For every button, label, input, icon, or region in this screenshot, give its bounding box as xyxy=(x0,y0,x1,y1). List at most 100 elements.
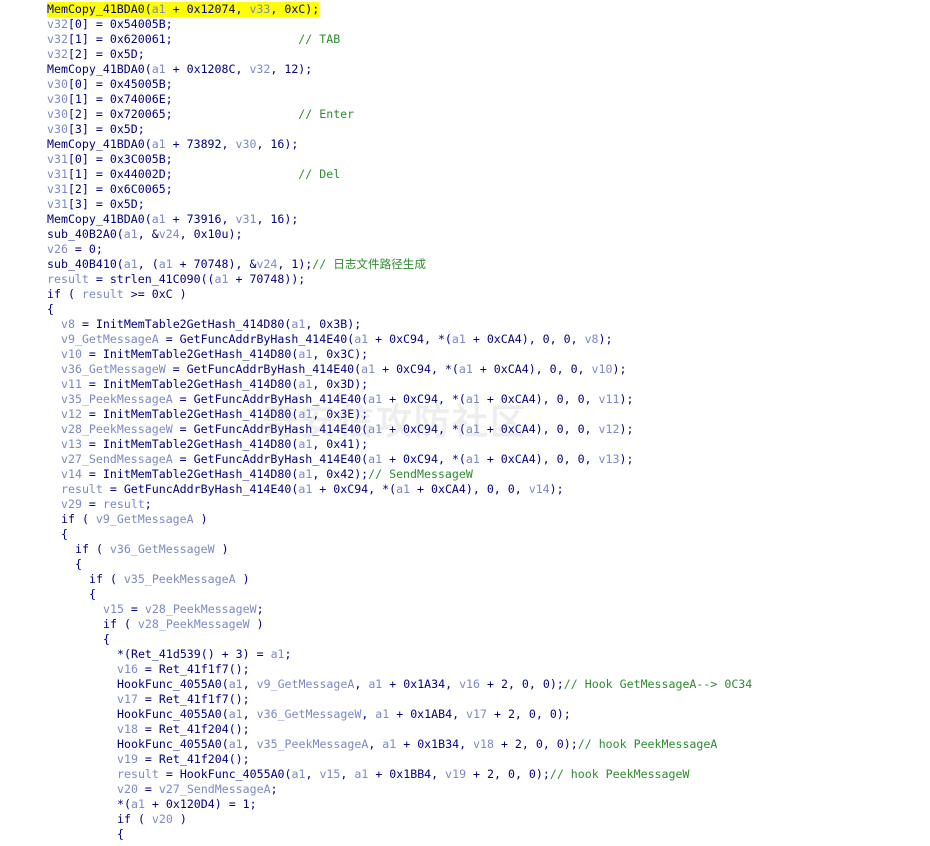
code-line[interactable]: v26 = 0; xyxy=(47,242,103,257)
code-line[interactable]: v31[3] = 0x5D; xyxy=(47,197,145,212)
code-line[interactable]: MemCopy_41BDA0(a1 + 0x1208C, v32, 12); xyxy=(47,62,312,77)
code-line[interactable]: v30[0] = 0x45005B; xyxy=(47,77,173,92)
code-text: ; xyxy=(144,497,152,511)
code-variable: v31 xyxy=(235,212,257,226)
code-line[interactable]: v31[1] = 0x44002D; // Del xyxy=(47,167,340,182)
code-line[interactable]: v19 = Ret_41f204(); xyxy=(117,752,250,767)
code-text: [0] = 0x45005B; xyxy=(67,77,173,91)
code-line[interactable]: HookFunc_4055A0(a1, v9_GetMessageA, a1 +… xyxy=(117,677,752,692)
code-text: MemCopy_41BDA0( xyxy=(47,137,152,151)
code-text: , 12); xyxy=(270,62,313,76)
code-line[interactable]: v18 = Ret_41f204(); xyxy=(117,722,250,737)
code-line[interactable]: { xyxy=(117,827,124,842)
code-line[interactable]: sub_40B2A0(a1, &v24, 0x10u); xyxy=(47,227,242,242)
code-line[interactable]: v15 = v28_PeekMessageW; xyxy=(103,602,264,617)
code-text: + 2, 0, 0); xyxy=(480,677,564,691)
code-line[interactable]: v20 = v27_SendMessageA; xyxy=(117,782,278,797)
code-line[interactable]: v30[2] = 0x720065; // Enter xyxy=(47,107,354,122)
code-line[interactable]: v11 = InitMemTable2GetHash_414D80(a1, 0x… xyxy=(61,377,368,392)
code-text: + 70748)); xyxy=(228,272,306,286)
code-line[interactable]: v35_PeekMessageA = GetFuncAddrByHash_414… xyxy=(61,392,633,407)
code-line[interactable]: v8 = InitMemTable2GetHash_414D80(a1, 0x3… xyxy=(61,317,361,332)
code-line[interactable]: v30[1] = 0x74006E; xyxy=(47,92,173,107)
code-text: = GetFuncAddrByHash_414E40( xyxy=(172,392,369,406)
code-text: = GetFuncAddrByHash_414E40( xyxy=(172,452,369,466)
code-line[interactable]: MemCopy_41BDA0(a1 + 0x12074, v33, 0xC); xyxy=(47,2,320,17)
code-line[interactable]: v17 = Ret_41f1f7(); xyxy=(117,692,250,707)
code-line[interactable]: { xyxy=(61,527,68,542)
code-text: ; xyxy=(256,602,264,616)
code-variable: a1 xyxy=(214,272,229,286)
code-text: *( xyxy=(117,797,131,811)
code-line[interactable]: *(a1 + 0x120D4) = 1; xyxy=(117,797,257,812)
code-comment: // Enter xyxy=(298,107,355,121)
code-line[interactable]: v30[3] = 0x5D; xyxy=(47,122,145,137)
code-line[interactable]: v9_GetMessageA = GetFuncAddrByHash_414E4… xyxy=(61,332,613,347)
code-variable: v9_GetMessageA xyxy=(256,677,355,691)
code-line[interactable]: v32[2] = 0x5D; xyxy=(47,47,145,62)
code-variable: v31 xyxy=(47,197,68,211)
code-line[interactable]: { xyxy=(47,302,54,317)
code-text: = xyxy=(81,497,103,511)
code-text: + 0x120D4) = 1; xyxy=(144,797,257,811)
code-line[interactable]: v31[0] = 0x3C005B; xyxy=(47,152,173,167)
code-line[interactable]: v29 = result; xyxy=(61,497,152,512)
pseudocode-view[interactable]: MemCopy_41BDA0(a1 + 0x12074, v33, 0xC); v… xyxy=(0,0,930,846)
code-variable: v20 xyxy=(151,812,173,826)
code-text: [3] = 0x5D; xyxy=(67,197,145,211)
code-text: + 0xCA4), 0, 0, xyxy=(479,392,599,406)
code-line[interactable]: v16 = Ret_41f1f7(); xyxy=(117,662,250,677)
code-variable: v24 xyxy=(256,257,278,271)
code-variable: v31 xyxy=(47,182,68,196)
code-variable: a1 xyxy=(361,362,376,376)
code-line[interactable]: v12 = InitMemTable2GetHash_414D80(a1, 0x… xyxy=(61,407,368,422)
code-text: , 16); xyxy=(256,137,299,151)
code-line[interactable]: v36_GetMessageW = GetFuncAddrByHash_414E… xyxy=(61,362,626,377)
code-text: = Ret_41f1f7(); xyxy=(137,662,250,676)
code-line[interactable]: if ( v20 ) xyxy=(117,812,187,827)
code-line[interactable]: result = strlen_41C090((a1 + 70748)); xyxy=(47,272,305,287)
code-line[interactable]: if ( result >= 0xC ) xyxy=(47,287,187,302)
code-line[interactable]: if ( v9_GetMessageA ) xyxy=(61,512,208,527)
code-line[interactable]: HookFunc_4055A0(a1, v36_GetMessageW, a1 … xyxy=(117,707,571,722)
code-text: { xyxy=(89,587,96,601)
code-text: if ( xyxy=(89,572,124,586)
code-text: + 70748), & xyxy=(172,257,257,271)
code-line[interactable]: result = GetFuncAddrByHash_414E40(a1 + 0… xyxy=(61,482,564,497)
code-line[interactable]: v10 = InitMemTable2GetHash_414D80(a1, 0x… xyxy=(61,347,368,362)
code-variable: a1 xyxy=(291,317,306,331)
code-line[interactable]: MemCopy_41BDA0(a1 + 73892, v30, 16); xyxy=(47,137,298,152)
code-text: + 2, 0, 0); xyxy=(487,707,571,721)
code-line[interactable]: result = HookFunc_4055A0(a1, v15, a1 + 0… xyxy=(117,767,689,782)
code-line[interactable]: v32[1] = 0x620061; // TAB xyxy=(47,32,340,47)
code-line[interactable]: v31[2] = 0x6C0065; xyxy=(47,182,173,197)
code-line[interactable]: *(Ret_41d539() + 3) = a1; xyxy=(117,647,292,662)
code-text: + 0xC94, *( xyxy=(312,482,397,496)
code-line[interactable]: v28_PeekMessageW = GetFuncAddrByHash_414… xyxy=(61,422,633,437)
code-text: ) xyxy=(249,617,264,631)
code-variable: v28_PeekMessageW xyxy=(61,422,173,436)
code-line[interactable]: v32[0] = 0x54005B; xyxy=(47,17,173,32)
code-line[interactable]: v14 = InitMemTable2GetHash_414D80(a1, 0x… xyxy=(61,467,473,482)
code-line[interactable]: if ( v35_PeekMessageA ) xyxy=(89,572,250,587)
code-text: + 0xCA4), 0, 0, xyxy=(472,362,592,376)
code-variable: v11 xyxy=(598,392,620,406)
code-line[interactable]: { xyxy=(75,557,82,572)
code-variable: v28_PeekMessageW xyxy=(137,617,250,631)
code-variable: a1 xyxy=(368,452,383,466)
code-line[interactable]: { xyxy=(103,632,110,647)
code-text: [2] = 0x5D; xyxy=(67,47,145,61)
code-line[interactable]: { xyxy=(89,587,96,602)
code-text: = xyxy=(123,602,145,616)
code-variable: v27_SendMessageA xyxy=(158,782,271,796)
code-text: ); xyxy=(549,482,564,496)
code-line[interactable]: MemCopy_41BDA0(a1 + 73916, v31, 16); xyxy=(47,212,298,227)
code-line[interactable]: if ( v36_GetMessageW ) xyxy=(75,542,229,557)
code-line[interactable]: v13 = InitMemTable2GetHash_414D80(a1, 0x… xyxy=(61,437,368,452)
code-variable: v20 xyxy=(117,782,138,796)
code-line[interactable]: HookFunc_4055A0(a1, v35_PeekMessageA, a1… xyxy=(117,737,717,752)
code-variable: v28_PeekMessageW xyxy=(144,602,257,616)
code-line[interactable]: v27_SendMessageA = GetFuncAddrByHash_414… xyxy=(61,452,633,467)
code-line[interactable]: sub_40B410(a1, (a1 + 70748), &v24, 1);//… xyxy=(47,257,426,272)
code-line[interactable]: if ( v28_PeekMessageW ) xyxy=(103,617,264,632)
